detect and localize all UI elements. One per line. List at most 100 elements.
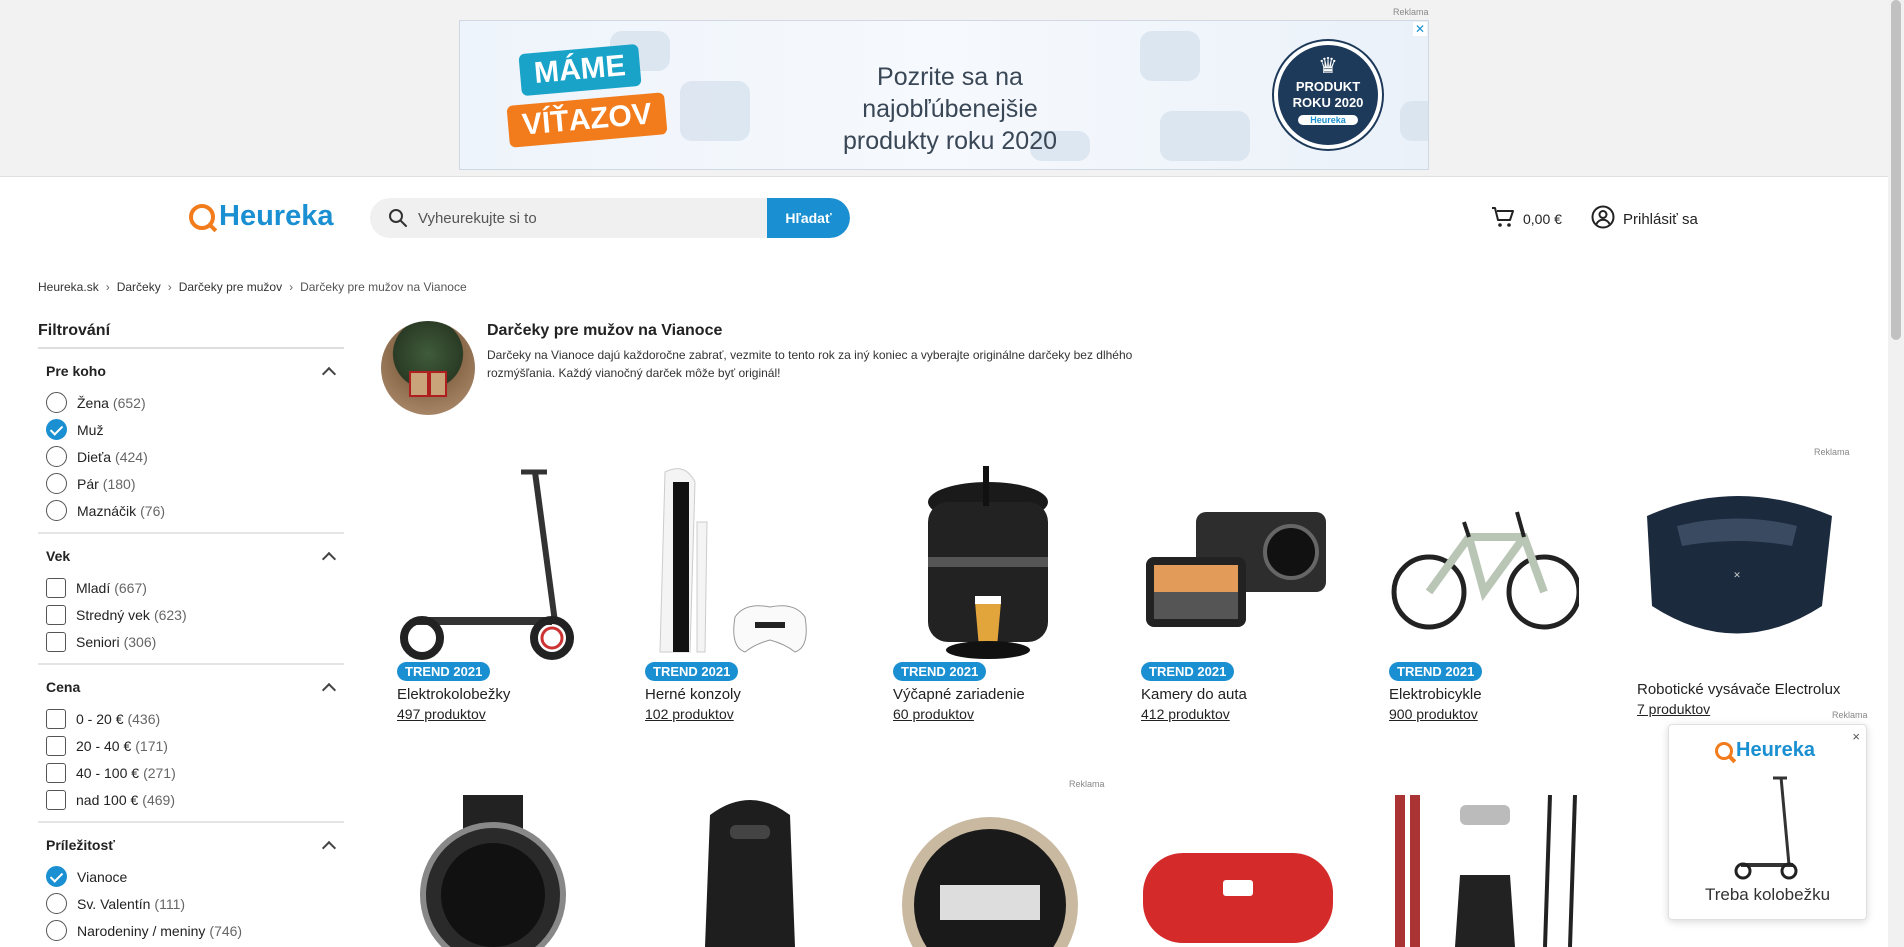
radio-button-checked[interactable] xyxy=(46,866,67,887)
option-count: (271) xyxy=(143,764,176,781)
checkbox[interactable] xyxy=(46,735,66,756)
product-name[interactable]: Výčapné zariadenie xyxy=(893,686,1103,703)
radio-button[interactable] xyxy=(46,893,67,914)
option-label: Vianoce xyxy=(77,868,128,885)
product-image-speaker[interactable] xyxy=(1143,848,1333,947)
filter-group-header[interactable]: Vek xyxy=(46,544,344,568)
cart-icon xyxy=(1491,206,1515,231)
product-card-consoles[interactable]: TREND 2021 Herné konzoly 102 produktov xyxy=(645,462,855,722)
checkbox[interactable] xyxy=(46,708,66,729)
product-card-dashcam[interactable]: TREND 2021 Kamery do auta 412 produktov xyxy=(1141,462,1351,722)
filter-option-maznacik[interactable]: Maznáčik (76) xyxy=(46,497,344,524)
radio-button[interactable] xyxy=(46,446,67,467)
search-input[interactable] xyxy=(418,209,758,227)
popup-close-icon[interactable]: × xyxy=(1852,729,1860,744)
radio-button-checked[interactable] xyxy=(46,419,67,440)
checkbox[interactable] xyxy=(46,604,66,625)
ad-banner[interactable]: ✕ MÁME VÍŤAZOV Pozrite sa na najobľúbene… xyxy=(459,20,1429,170)
trend-badge: TREND 2021 xyxy=(893,662,987,681)
chevron-up-icon[interactable] xyxy=(321,551,337,566)
trend-badge: TREND 2021 xyxy=(1141,662,1235,681)
radio-button[interactable] xyxy=(46,392,67,413)
product-card-robot-vacuum[interactable]: ✕ Robotické vysávače Electrolux 7 produk… xyxy=(1637,486,1840,717)
filter-option-price-40-100[interactable]: 40 - 100 € (271) xyxy=(46,759,344,786)
chevron-up-icon[interactable] xyxy=(321,682,337,697)
radio-button[interactable] xyxy=(46,473,67,494)
breadcrumb-chevron-icon: › xyxy=(289,280,294,294)
product-image-smartwatch[interactable] xyxy=(408,795,578,947)
beer-tap-image xyxy=(893,462,1083,659)
filter-option-price-20-40[interactable]: 20 - 40 € (171) xyxy=(46,732,344,759)
breadcrumb-item-gifts[interactable]: Darčeky xyxy=(117,280,161,294)
search-button[interactable]: Hľadať xyxy=(767,198,850,238)
filter-group-header[interactable]: Pre koho xyxy=(46,359,344,383)
checkbox[interactable] xyxy=(46,577,66,598)
radio-button[interactable] xyxy=(46,920,67,941)
product-count-link[interactable]: 102 produktov xyxy=(645,706,855,722)
product-name[interactable]: Elektrokolobežky xyxy=(397,686,607,703)
product-of-year-seal: ♛ PRODUKT ROKU 2020 Heureka xyxy=(1274,41,1382,149)
ad-label: Reklama xyxy=(1814,447,1850,457)
filter-option-price-over-100[interactable]: nad 100 € (469) xyxy=(46,786,344,813)
option-count: (469) xyxy=(142,791,175,808)
product-card-ebike[interactable]: TREND 2021 Elektrobicykle 900 produktov xyxy=(1389,462,1599,722)
product-count-link[interactable]: 60 produktov xyxy=(893,706,1103,722)
filter-group-title: Príležitosť xyxy=(46,837,115,853)
filter-option-zena[interactable]: Žena (652) xyxy=(46,389,344,416)
product-image-unicycle[interactable] xyxy=(680,795,820,947)
filter-option-price-0-20[interactable]: 0 - 20 € (436) xyxy=(46,705,344,732)
heureka-logo[interactable]: Heureka xyxy=(189,200,333,233)
product-card-beer-tap[interactable]: TREND 2021 Výčapné zariadenie 60 produkt… xyxy=(893,462,1103,722)
popup-scooter-image xyxy=(1731,775,1801,885)
option-count: (306) xyxy=(123,633,157,650)
chevron-up-icon[interactable] xyxy=(321,366,337,381)
product-name[interactable]: Robotické vysávače Electrolux xyxy=(1637,681,1840,698)
product-image-ski-gear[interactable] xyxy=(1390,794,1590,947)
checkbox[interactable] xyxy=(46,789,66,810)
login-link[interactable]: Prihlásiť sa xyxy=(1591,205,1698,233)
breadcrumb-item-gifts-men[interactable]: Darčeky pre mužov xyxy=(179,280,282,294)
chevron-up-icon[interactable] xyxy=(321,840,337,855)
dashcam-image xyxy=(1141,462,1331,652)
scrollbar-thumb[interactable] xyxy=(1891,0,1901,340)
ad-close-icon[interactable]: ✕ xyxy=(1413,22,1427,36)
product-count-link[interactable]: 497 produktov xyxy=(397,706,607,722)
trend-badge: TREND 2021 xyxy=(1389,662,1483,681)
product-name[interactable]: Elektrobicykle xyxy=(1389,686,1599,703)
filter-option-muz[interactable]: Muž xyxy=(46,416,344,443)
page-scrollbar[interactable] xyxy=(1888,0,1904,947)
filter-group-for-whom: Pre koho Žena (652) Muž Dieťa (424) Pár (18… xyxy=(38,349,344,534)
breadcrumb-item-home[interactable]: Heureka.sk xyxy=(38,280,99,294)
product-image-robot-vacuum[interactable] xyxy=(900,810,1080,947)
product-name[interactable]: Herné konzoly xyxy=(645,686,855,703)
cart-link[interactable]: 0,00 € xyxy=(1491,206,1562,231)
filter-group-header[interactable]: Cena xyxy=(46,675,344,699)
option-label: Dieťa xyxy=(77,448,112,465)
site-header: Heureka Hľadať 0,00 € Prihlásiť sa xyxy=(0,178,1888,258)
filter-group-occasion: Príležitosť Vianoce Sv. Valentín (111) Na… xyxy=(38,823,344,947)
checkbox[interactable] xyxy=(46,762,66,783)
seal-line1: PRODUKT xyxy=(1295,79,1361,94)
option-count: (171) xyxy=(135,737,168,754)
radio-button[interactable] xyxy=(46,500,67,521)
seal-brand: Heureka xyxy=(1298,115,1358,125)
filter-option-dieta[interactable]: Dieťa (424) xyxy=(46,443,344,470)
checkbox[interactable] xyxy=(46,631,66,652)
product-count-link[interactable]: 412 produktov xyxy=(1141,706,1351,722)
filter-option-valentin[interactable]: Sv. Valentín (111) xyxy=(46,890,344,917)
ad-badge-vitazov: VÍŤAZOV xyxy=(506,92,668,148)
filter-option-vianoce[interactable]: Vianoce xyxy=(46,863,344,890)
product-card-scooter[interactable]: TREND 2021 Elektrokolobežky 497 produkto… xyxy=(397,462,607,722)
product-count-link[interactable]: 900 produktov xyxy=(1389,706,1599,722)
product-count-link[interactable]: 7 produktov xyxy=(1637,701,1837,717)
promo-popup[interactable]: × Heureka Treba kolobežku xyxy=(1668,724,1867,920)
option-count: (652) xyxy=(112,394,146,411)
filter-option-seniori[interactable]: Seniori (306) xyxy=(46,628,344,655)
filter-option-stredny-vek[interactable]: Stredný vek (623) xyxy=(46,601,344,628)
filter-option-narodeniny[interactable]: Narodeniny / meniny (746) xyxy=(46,917,344,944)
product-name[interactable]: Kamery do auta xyxy=(1141,686,1351,703)
filter-group-header[interactable]: Príležitosť xyxy=(46,833,344,857)
option-count: (667) xyxy=(114,579,147,596)
filter-option-mladi[interactable]: Mladí (667) xyxy=(46,574,344,601)
filter-option-par[interactable]: Pár (180) xyxy=(46,470,344,497)
